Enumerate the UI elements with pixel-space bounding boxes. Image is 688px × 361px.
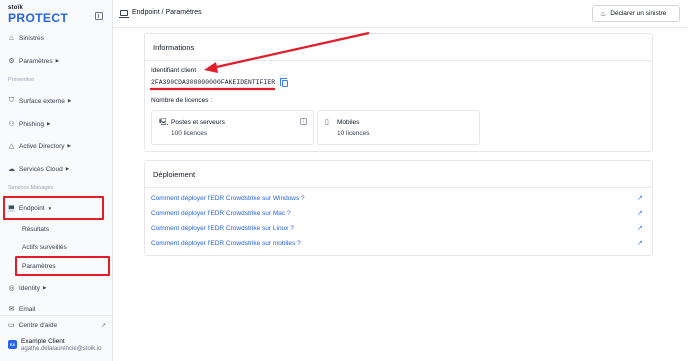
- sidebar-item-surface-externe[interactable]: ⛉ Surface externe ▶: [8, 95, 71, 107]
- caret-right-icon: ▶: [67, 98, 72, 103]
- external-link-icon: ↗: [100, 322, 106, 329]
- laptop-icon: [119, 9, 129, 18]
- panel-divider: [145, 60, 652, 61]
- cloud-icon: ☁: [8, 166, 15, 173]
- external-link-icon[interactable]: ↗: [637, 194, 643, 202]
- panel-divider: [145, 187, 652, 188]
- endpoint-highlight-box: [3, 196, 104, 220]
- sidebar-item-label: Services Cloud: [19, 165, 63, 173]
- parametres-highlight-box: [15, 256, 110, 276]
- caret-right-icon: ▶: [42, 285, 47, 290]
- fingerprint-icon: ◎: [8, 285, 15, 292]
- licence-card-count: 100 licences: [171, 130, 208, 137]
- sidebar-item-label: Active Directory: [19, 142, 65, 150]
- sidebar-item-active-directory[interactable]: △ Active Directory ▶: [8, 140, 71, 152]
- licence-card-postes: 🖳 Postes et serveurs 100 licences i: [151, 110, 314, 145]
- caret-right-icon: ▶: [55, 58, 60, 63]
- licence-card-title: Mobiles: [337, 119, 360, 126]
- external-link-icon[interactable]: ↗: [637, 224, 643, 232]
- book-icon: ▭: [8, 322, 15, 329]
- deploy-link-mobiles[interactable]: Comment déployer l'EDR Crowdstrike sur m…: [151, 240, 301, 247]
- caret-right-icon: ▶: [46, 121, 51, 126]
- sidebar-item-parametres[interactable]: ⚙ Paramètres ▶: [8, 55, 59, 67]
- mail-icon: ✉: [8, 306, 15, 313]
- sidebar-subitem-resultats[interactable]: Résultats: [22, 226, 49, 233]
- collapse-sidebar-icon[interactable]: [95, 12, 103, 20]
- sidebar-item-phishing[interactable]: ⚇ Phishing ▶: [8, 118, 50, 130]
- computer-icon: 🖳: [159, 119, 169, 126]
- sidebar-item-label: Email: [19, 305, 36, 313]
- sidebar-subitem-actifs-surveilles[interactable]: Actifs surveillés: [22, 244, 67, 251]
- external-link-icon[interactable]: ↗: [637, 209, 643, 217]
- fire-icon: ♨: [600, 10, 607, 18]
- section-prevention: Prévention: [8, 77, 35, 83]
- breadcrumb: Endpoint / Paramètres: [119, 9, 202, 18]
- user-account[interactable]: EX Example Client agathe.delalaurencie@s…: [8, 338, 112, 358]
- external-link-icon[interactable]: ↗: [637, 239, 643, 247]
- deploy-link-linux[interactable]: Comment déployer l'EDR Crowdstrike sur L…: [151, 225, 294, 232]
- sidebar-item-label: Surface externe: [19, 97, 65, 105]
- network-icon: △: [8, 143, 15, 150]
- user-name: Example Client: [21, 338, 65, 345]
- shield-icon: ⛉: [8, 97, 15, 104]
- sidebar-item-label: Paramètres: [19, 57, 53, 65]
- licence-card-count: 10 licences: [337, 130, 370, 137]
- logo-big-text: PROTECT: [8, 11, 69, 25]
- sidebar-item-services-cloud[interactable]: ☁ Services Cloud ▶: [8, 163, 69, 175]
- informations-title: Informations: [153, 43, 195, 52]
- licences-label: Nombre de licences :: [151, 97, 213, 104]
- sidebar: stoïk PROTECT ♨ Sinistres ⚙ Paramètres ▶…: [0, 0, 113, 361]
- client-id-value: 2FA390CDA300000000FAKEIDENTIFIER: [151, 79, 276, 86]
- breadcrumb-text: Endpoint / Paramètres: [132, 9, 202, 16]
- licence-card-mobiles: ▯ Mobiles 10 licences: [317, 110, 480, 145]
- phishing-icon: ⚇: [8, 121, 15, 128]
- section-services-manages: Services Managés: [8, 185, 54, 191]
- client-id-label: Identifiant client: [151, 67, 197, 74]
- sidebar-item-sinistres[interactable]: ♨ Sinistres: [8, 32, 44, 44]
- caret-right-icon: ▶: [65, 166, 70, 171]
- deploiement-title: Déploiement: [153, 170, 196, 179]
- avatar: EX: [8, 340, 17, 349]
- user-email: agathe.delalaurencie@stoik.io: [21, 346, 102, 353]
- sidebar-divider: [0, 315, 112, 316]
- sidebar-item-email-partial[interactable]: ✉ Email: [8, 303, 36, 315]
- sidebar-item-identity[interactable]: ◎ Identity ▶: [8, 282, 46, 294]
- help-center-label: Centre d'aide: [18, 321, 58, 329]
- mobile-icon: ▯: [325, 119, 329, 126]
- declare-claim-button[interactable]: ♨ Déclarer un sinistre: [592, 5, 680, 22]
- sidebar-item-label: Identity: [19, 284, 40, 292]
- stoik-logo[interactable]: stoïk PROTECT: [8, 5, 68, 24]
- declare-claim-label: Déclarer un sinistre: [610, 10, 667, 17]
- licence-card-title: Postes et serveurs: [171, 119, 225, 126]
- deploy-link-mac[interactable]: Comment déployer l'EDR Crowdstrike sur M…: [151, 210, 291, 217]
- copy-icon[interactable]: [280, 78, 288, 87]
- sidebar-item-label: Sinistres: [19, 34, 44, 42]
- fire-icon: ♨: [8, 35, 15, 42]
- gear-icon: ⚙: [8, 58, 15, 65]
- help-center-link[interactable]: ▭ Centre d'aide ↗: [8, 320, 106, 330]
- info-icon[interactable]: i: [300, 118, 307, 125]
- sidebar-item-label: Phishing: [19, 120, 44, 128]
- caret-right-icon: ▶: [67, 143, 71, 148]
- deploy-link-windows[interactable]: Comment déployer l'EDR Crowdstrike sur W…: [151, 195, 305, 202]
- top-header: Endpoint / Paramètres ♨ Déclarer un sini…: [113, 0, 688, 28]
